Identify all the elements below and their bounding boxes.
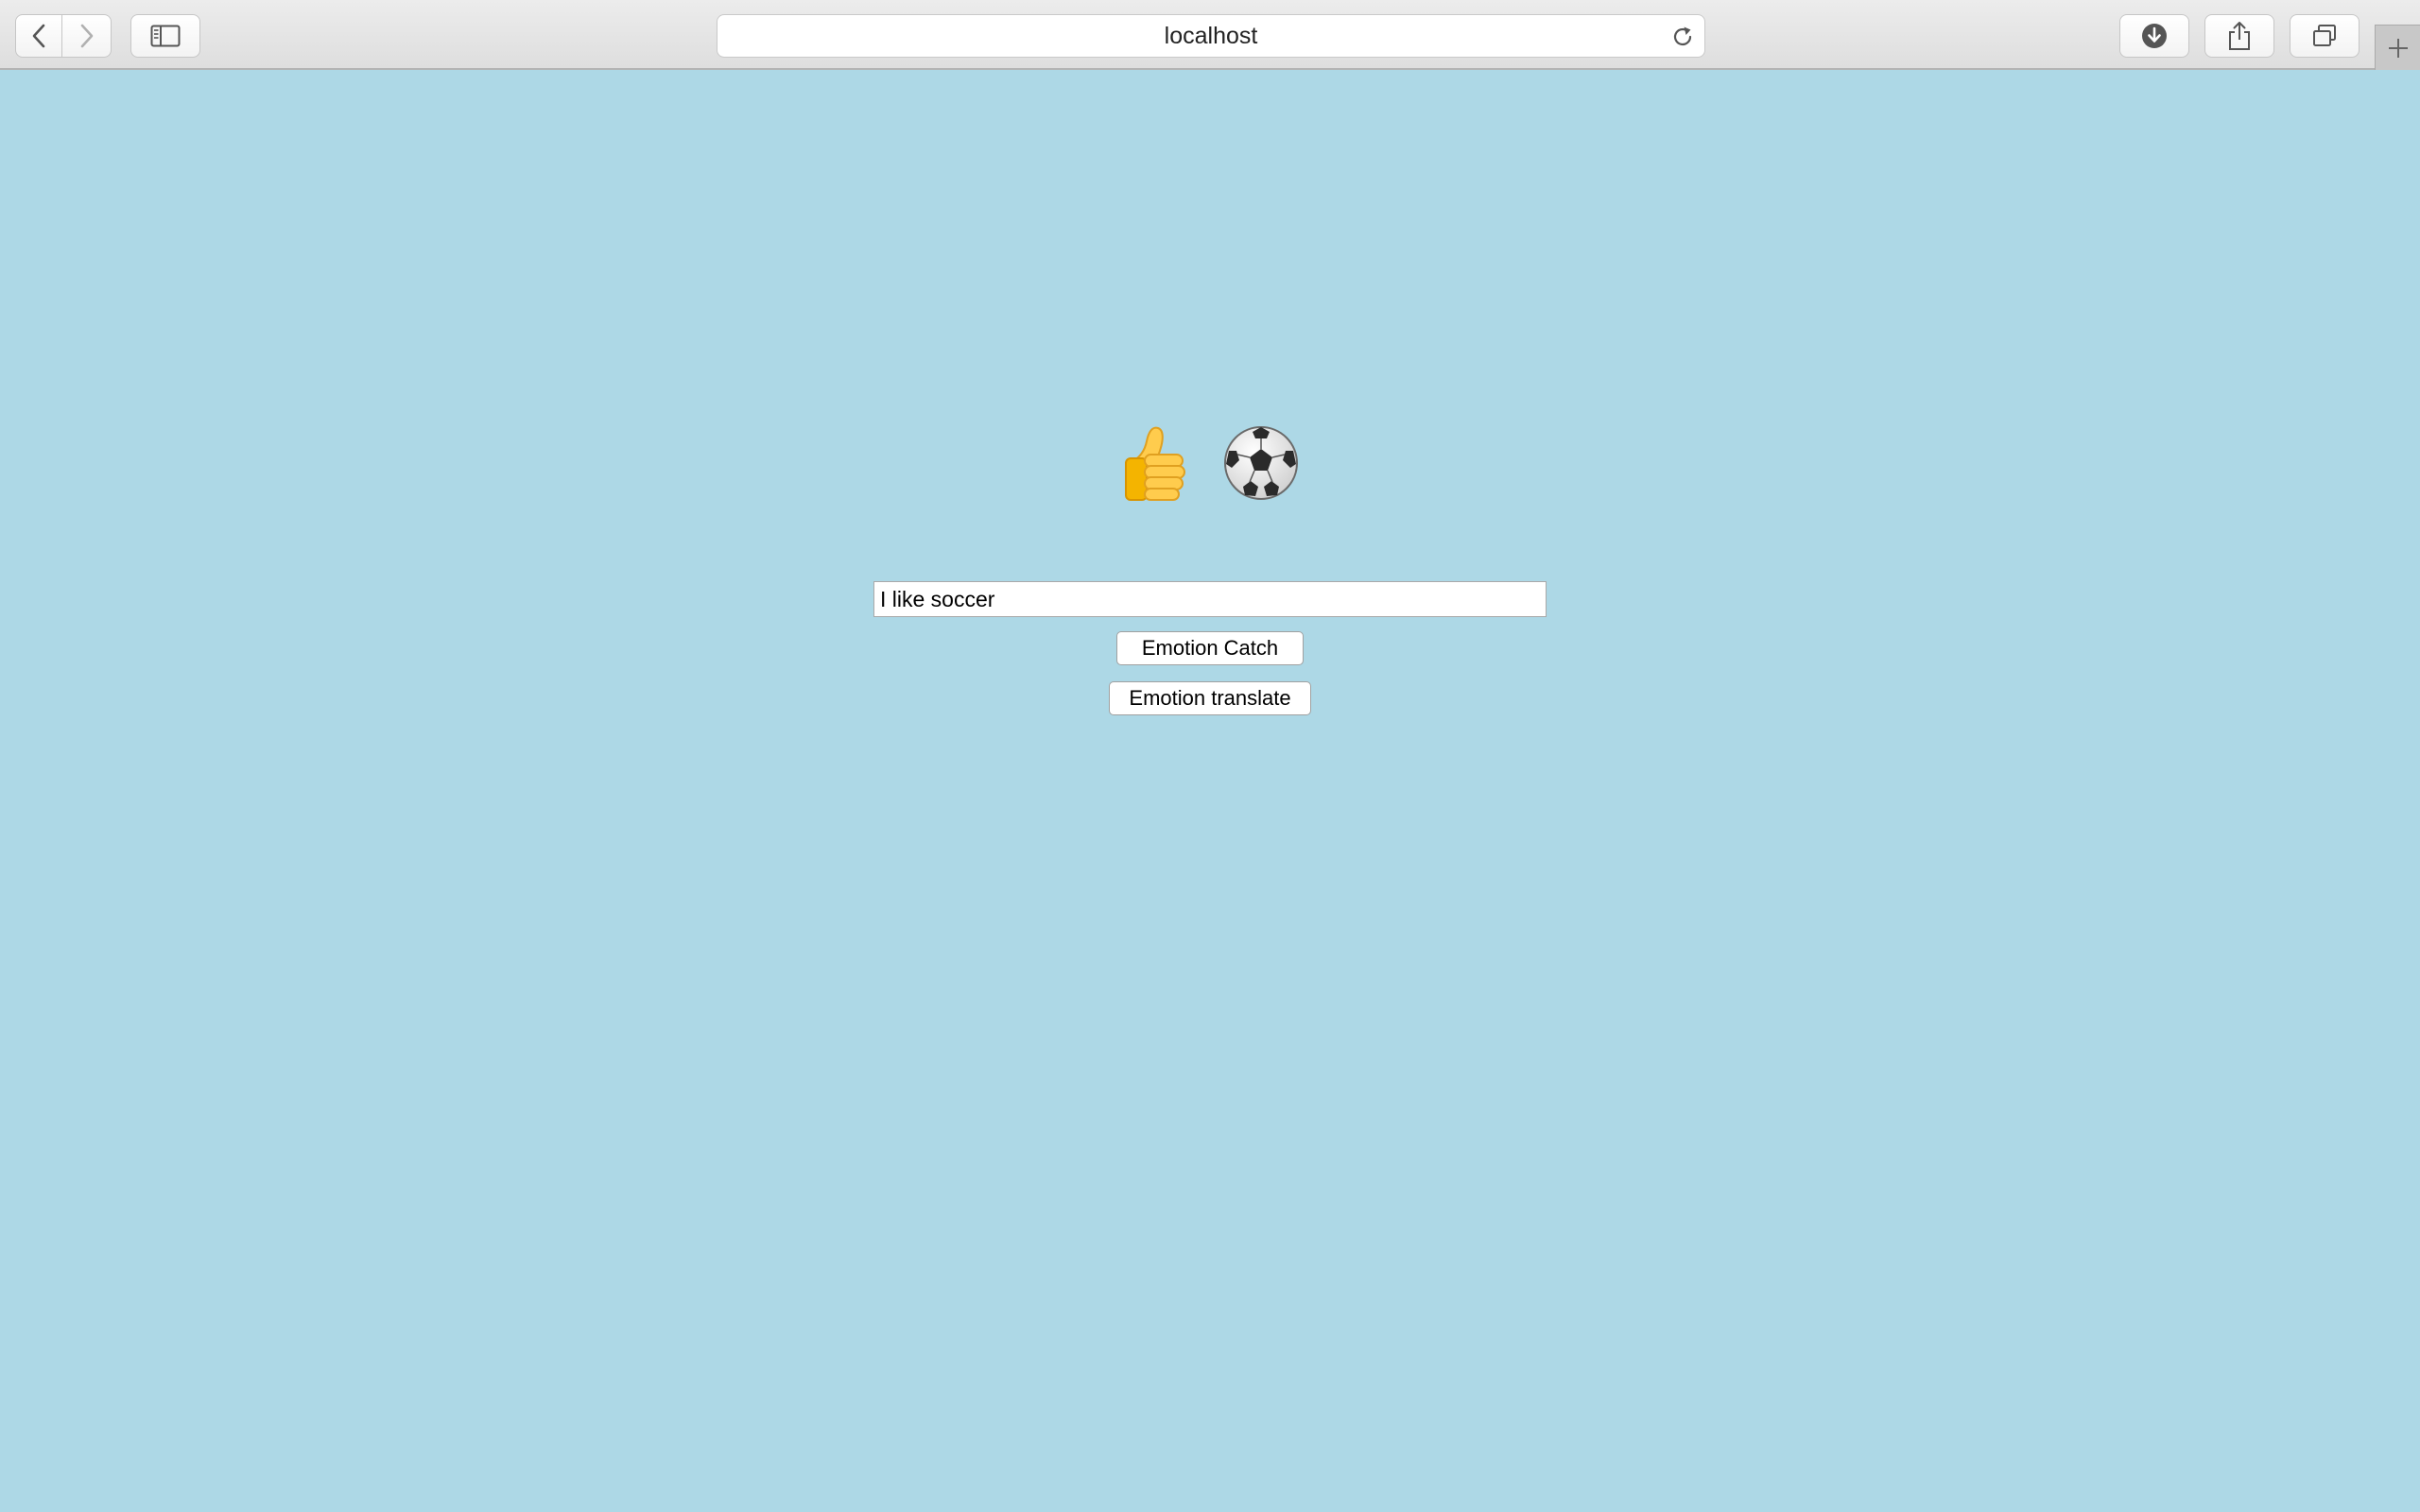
- sentence-input[interactable]: [873, 581, 1547, 617]
- share-button[interactable]: [2204, 14, 2274, 58]
- plus-icon: [2388, 38, 2408, 58]
- address-text: localhost: [1164, 22, 1258, 49]
- share-icon: [2229, 22, 2250, 50]
- forward-button[interactable]: [62, 14, 112, 58]
- emoji-result: [1115, 416, 1305, 510]
- download-icon: [2142, 24, 2167, 48]
- thumbs-up-icon: [1125, 426, 1185, 501]
- address-bar[interactable]: localhost: [717, 14, 1705, 58]
- chevron-left-icon: [32, 24, 45, 48]
- emotion-catch-button[interactable]: Emotion Catch: [1116, 631, 1304, 665]
- reload-icon[interactable]: [1670, 25, 1695, 49]
- sidebar-icon: [150, 25, 181, 47]
- downloads-button[interactable]: [2119, 14, 2189, 58]
- chevron-right-icon: [80, 24, 93, 48]
- back-button[interactable]: [15, 14, 62, 58]
- browser-toolbar: localhost: [0, 0, 2420, 70]
- new-tab-button[interactable]: [2375, 25, 2420, 70]
- soccer-ball-icon: [1224, 426, 1298, 500]
- sidebar-button[interactable]: [130, 14, 200, 58]
- emotion-translate-button[interactable]: Emotion translate: [1109, 681, 1311, 715]
- tabs-overview-button[interactable]: [2290, 14, 2360, 58]
- tabs-overview-icon: [2313, 25, 2336, 46]
